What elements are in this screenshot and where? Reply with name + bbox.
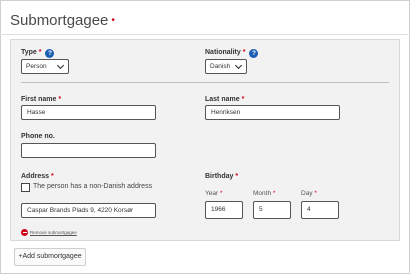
first-name-label-text: First name [21, 96, 57, 103]
remove-submortgagee-link[interactable]: Remove submortgagee [30, 230, 77, 235]
add-submortgagee-button[interactable]: +Add submortgagee [14, 248, 86, 266]
first-name-label: First name * [21, 96, 61, 103]
last-name-required-mark: * [241, 96, 245, 103]
type-select-value: Person [26, 63, 47, 70]
type-required-mark: * [38, 49, 42, 56]
year-label-text: Year [205, 190, 219, 197]
month-label: Month * [253, 190, 275, 197]
first-name-field[interactable]: Hasse [21, 105, 156, 120]
page-title-text: Submortgagee [10, 12, 109, 29]
remove-icon[interactable] [21, 229, 28, 236]
section-divider [21, 82, 389, 83]
last-name-label: Last name * [205, 96, 244, 103]
day-label-text: Day [301, 190, 313, 197]
first-name-required-mark: * [58, 96, 62, 103]
phone-field[interactable] [21, 143, 156, 158]
help-icon[interactable]: ? [249, 49, 259, 58]
header-divider [0, 34, 410, 35]
nationality-label: Nationality * ? [205, 49, 259, 58]
nationality-required-mark: * [242, 49, 246, 56]
nationality-select-value: Danish [210, 63, 231, 70]
nationality-select[interactable]: Danish [205, 59, 247, 74]
type-label: Type * ? [21, 49, 55, 58]
type-label-text: Type [21, 49, 37, 56]
birthday-label: Birthday * [205, 173, 238, 180]
page-title: Submortgagee • [10, 12, 115, 29]
birthday-required-mark: * [235, 173, 239, 180]
address-label: Address * [21, 173, 54, 180]
address-required-mark: * [50, 173, 54, 180]
birthday-day-field[interactable]: 4 [301, 201, 339, 219]
last-name-field[interactable]: Henriksen [205, 105, 340, 120]
non-danish-address-label: The person has a non-Danish address [33, 183, 153, 190]
month-required-mark: * [272, 190, 276, 197]
non-danish-address-checkbox[interactable] [21, 183, 30, 192]
help-icon[interactable]: ? [45, 49, 55, 58]
year-label: Year * [205, 190, 222, 197]
month-label-text: Month [253, 190, 272, 197]
birthday-label-text: Birthday [205, 173, 234, 180]
nationality-label-text: Nationality [205, 49, 241, 56]
year-required-mark: * [219, 190, 223, 197]
day-required-mark: * [314, 190, 317, 197]
chevron-down-icon [56, 61, 65, 70]
required-mark: • [111, 15, 115, 26]
address-label-text: Address [21, 173, 50, 180]
type-select[interactable]: Person [21, 59, 69, 74]
birthday-month-field[interactable]: 5 [253, 201, 291, 219]
day-label: Day * [301, 190, 317, 197]
address-field[interactable]: Caspar Brands Plads 9, 4220 Korsør [21, 203, 156, 218]
submortgagee-panel: Type * ? Person Nationality * ? Danish F… [10, 39, 400, 241]
last-name-label-text: Last name [205, 96, 240, 103]
chevron-down-icon [234, 61, 243, 70]
phone-label: Phone no. [21, 133, 55, 140]
birthday-year-field[interactable]: 1966 [205, 201, 243, 219]
